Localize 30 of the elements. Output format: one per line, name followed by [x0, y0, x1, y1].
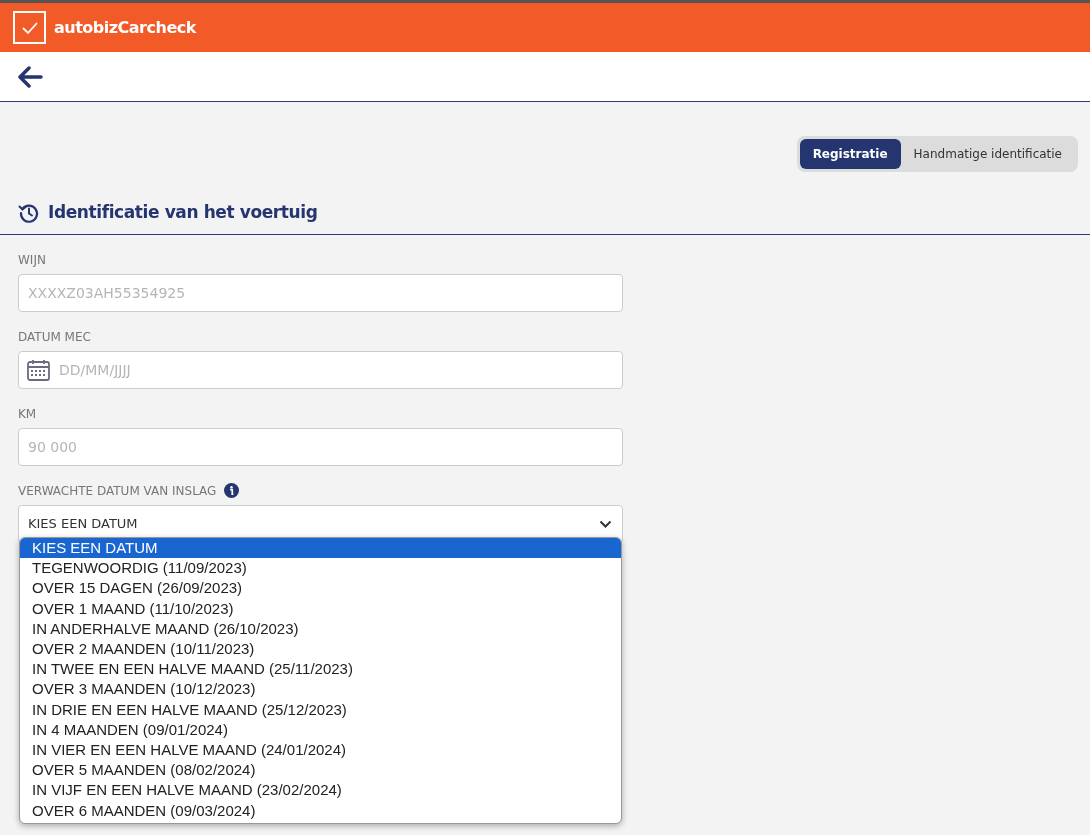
dropdown-option[interactable]: OVER 5 MAANDEN (08/02/2024) — [20, 760, 621, 781]
input-field[interactable]: XXXXZ03AH55354925 — [18, 273, 623, 312]
dropdown-option[interactable]: OVER 6 MAANDEN (09/03/2024) — [20, 800, 621, 821]
app-title: autobizCarcheck — [54, 16, 196, 39]
select-field[interactable]: KIES EEN DATUM — [18, 504, 623, 543]
dropdown-option[interactable]: TEGENWOORDIG (11/09/2023) — [20, 558, 621, 579]
dropdown-option[interactable]: IN ANDERHALVE MAAND (26/10/2023) — [20, 618, 621, 639]
info-icon[interactable] — [224, 483, 240, 498]
mode-tab[interactable]: Handmatige identificatie — [900, 139, 1075, 169]
logo-icon — [13, 11, 46, 44]
dropdown-option[interactable]: OVER 1 MAAND (11/10/2023) — [20, 598, 621, 619]
dropdown-option[interactable]: OVER 3 MAANDEN (10/12/2023) — [20, 679, 621, 700]
date-field[interactable]: DD/MM/JJJJ — [18, 350, 623, 389]
back-arrow-icon[interactable] — [17, 65, 43, 88]
dropdown-option[interactable]: IN VIJF EN EEN HALVE MAAND (23/02/2024) — [20, 780, 621, 801]
dropdown-option[interactable]: KIES EEN DATUM — [20, 538, 621, 559]
dropdown-option[interactable]: OVER 15 DAGEN (26/09/2023) — [20, 578, 621, 599]
dropdown-option[interactable]: IN VIER EN EEN HALVE MAAND (24/01/2024) — [20, 740, 621, 761]
field-label: WIJN — [18, 251, 46, 269]
field-label: KM — [18, 405, 37, 423]
dropdown-option[interactable]: OVER 2 MAANDEN (10/11/2023) — [20, 639, 621, 660]
mode-tab[interactable]: Registratie — [799, 139, 901, 169]
input-field[interactable]: 90 000 — [18, 427, 623, 466]
field-label: VERWACHTE DATUM VAN INSLAG — [18, 482, 217, 500]
dropdown-option[interactable]: IN DRIE EN EEN HALVE MAAND (25/12/2023) — [20, 699, 621, 720]
dropdown-option[interactable]: IN 4 MAANDEN (09/01/2024) — [20, 719, 621, 741]
chevron-down-icon — [599, 519, 612, 528]
dropdown-option[interactable]: IN TWEE EN EEN HALVE MAAND (25/11/2023) — [20, 659, 621, 680]
section-title: Identificatie van het voertuig — [48, 201, 318, 224]
field-label: DATUM MEC — [18, 328, 91, 346]
